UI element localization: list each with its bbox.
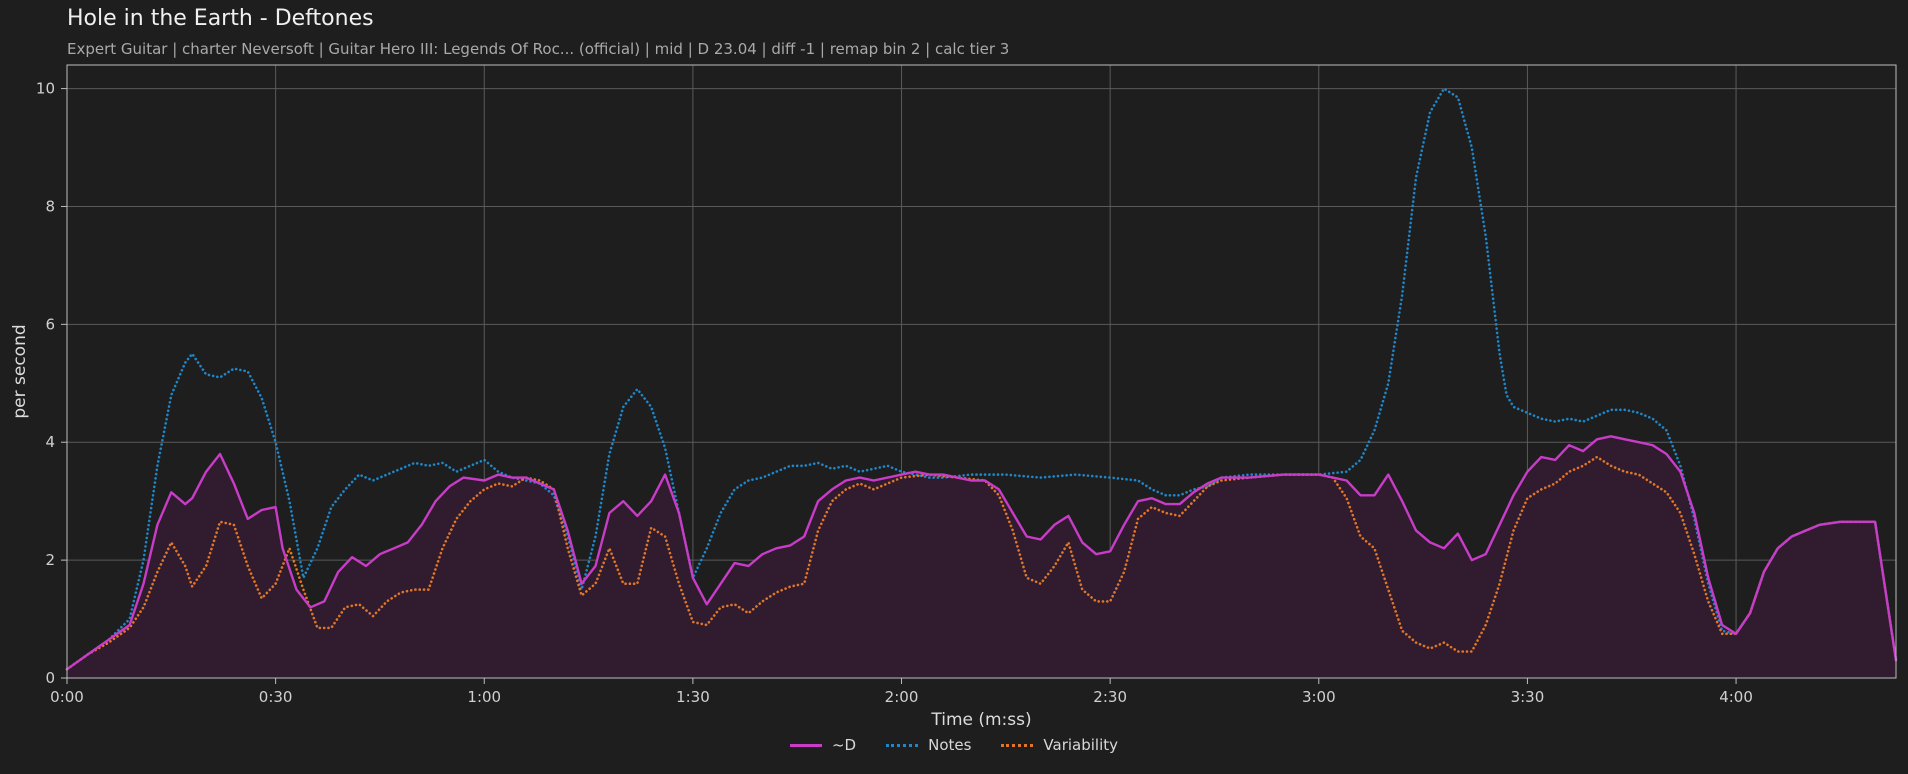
x-axis-label: Time (m:ss): [930, 710, 1031, 730]
y-tick-label-3: 6: [45, 315, 55, 333]
x-tick-label-1: 0:30: [259, 688, 293, 706]
legend: ~D Notes Variability: [0, 736, 1908, 754]
x-tick-label-6: 3:00: [1302, 688, 1336, 706]
x-tick-label-2: 1:00: [467, 688, 501, 706]
d-area-fill: [67, 436, 1896, 678]
y-tick-label-2: 4: [45, 433, 55, 451]
y-tick-label-4: 8: [45, 197, 55, 215]
y-tick-label-5: 10: [36, 80, 55, 98]
x-tick-label-0: 0:00: [50, 688, 84, 706]
series-layer: [65, 87, 1898, 678]
chart-plot: 0:00 0:30 1:00 1:30 2:00 2:30 3:00 3:30 4:00 0 2 4…: [10, 64, 1898, 730]
legend-swatch-variability: [1001, 743, 1034, 747]
y-axis-label: per second: [10, 324, 30, 418]
legend-swatch-notes: [886, 743, 919, 747]
y-tick-label-0: 0: [45, 669, 55, 687]
y-tick-label-1: 2: [45, 551, 55, 569]
x-tick-label-7: 3:30: [1511, 688, 1545, 706]
legend-swatch-d: [789, 743, 822, 747]
x-axis-ticks: 0:00 0:30 1:00 1:30 2:00 2:30 3:00 3:30 4:00: [50, 678, 1753, 706]
x-tick-label-4: 2:00: [885, 688, 919, 706]
legend-label-d: ~D: [831, 736, 857, 754]
x-tick-label-8: 4:00: [1719, 688, 1753, 706]
legend-item-notes: Notes: [886, 736, 971, 754]
x-tick-label-5: 2:30: [1093, 688, 1127, 706]
legend-label-notes: Notes: [928, 736, 972, 754]
legend-item-variability: Variability: [1001, 736, 1118, 754]
y-axis-ticks: 0 2 4 6 8 10: [36, 80, 67, 687]
legend-item-d: ~D: [789, 736, 857, 754]
x-tick-label-3: 1:30: [676, 688, 710, 706]
legend-label-variability: Variability: [1043, 736, 1119, 754]
